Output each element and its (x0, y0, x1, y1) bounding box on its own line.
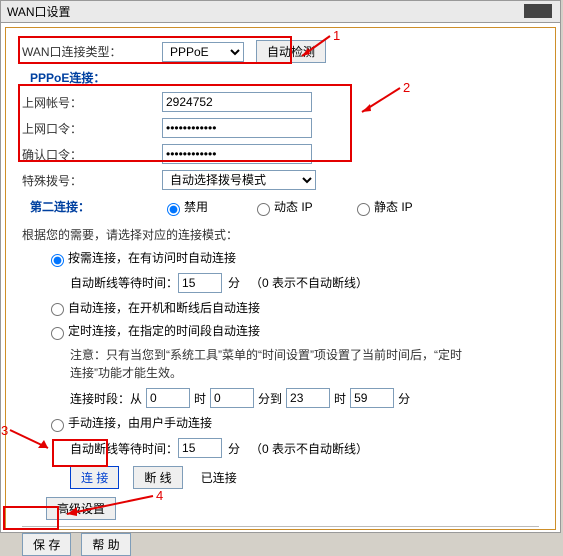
save-row: 保 存 帮 助 (22, 533, 539, 556)
window-title: WAN口设置 (7, 5, 71, 19)
radio-static-label[interactable]: 静态 IP (352, 198, 413, 216)
radio-scheduled[interactable] (51, 327, 64, 340)
manual-wait-row: 自动断线等待时间： 分 （0 表示不自动断线） (22, 438, 539, 458)
mode-desc: 根据您的需要，请选择对应的连接模式： (22, 226, 539, 243)
to-min-input[interactable] (350, 388, 394, 408)
radio-ondemand-label[interactable]: 按需连接，在有访问时自动连接 (46, 249, 236, 267)
radio-disable[interactable] (167, 203, 180, 216)
red-num-3: 3 (1, 423, 8, 438)
time-label: 连接时段：从 (70, 390, 142, 407)
mode-auto-row: 自动连接，在开机和断线后自动连接 (22, 299, 539, 317)
ondemand-wait-input[interactable] (178, 273, 222, 293)
special-row: 特殊拨号： 自动选择拨号模式 (22, 170, 539, 190)
mode-scheduled-row: 定时连接，在指定的时间段自动连接 (22, 322, 539, 340)
from-min-input[interactable] (210, 388, 254, 408)
password-row: 上网口令： (22, 118, 539, 138)
password-input[interactable] (162, 118, 312, 138)
password-label: 上网口令： (22, 120, 162, 137)
radio-scheduled-label[interactable]: 定时连接，在指定的时间段自动连接 (46, 322, 260, 340)
radio-manual-label[interactable]: 手动连接，由用户手动连接 (46, 414, 212, 432)
radio-ondemand[interactable] (51, 254, 64, 267)
connect-row: 连 接 断 线 已连接 (22, 466, 539, 489)
ondemand-wait-label: 自动断线等待时间： (70, 274, 178, 291)
confirm-input[interactable] (162, 144, 312, 164)
special-label: 特殊拨号： (22, 172, 162, 189)
wan-type-select[interactable]: PPPoE (162, 42, 244, 62)
disconnect-button[interactable]: 断 线 (133, 466, 182, 489)
manual-wait-label: 自动断线等待时间： (70, 440, 178, 457)
separator (22, 526, 539, 527)
h1: 时 (194, 390, 206, 407)
confirm-row: 确认口令： (22, 144, 539, 164)
pppoe-section-title: PPPoE连接： (30, 69, 539, 86)
mode-ondemand-row: 按需连接，在有访问时自动连接 (22, 249, 539, 267)
radio-auto-label[interactable]: 自动连接，在开机和断线后自动连接 (46, 299, 260, 317)
wan-type-label: WAN口连接类型： (22, 43, 162, 60)
zero-hint-2: （0 表示不自动断线） (250, 440, 368, 457)
account-label: 上网帐号： (22, 94, 162, 111)
radio-disable-label[interactable]: 禁用 (162, 198, 252, 216)
minutes-1: 分 (228, 274, 240, 291)
m2: 分 (398, 390, 410, 407)
account-input[interactable] (162, 92, 312, 112)
radio-dynamic-label[interactable]: 动态 IP (252, 198, 352, 216)
autodetect-button[interactable]: 自动检测 (256, 40, 326, 63)
from-hour-input[interactable] (146, 388, 190, 408)
radio-auto[interactable] (51, 303, 64, 316)
minimize-icon[interactable] (524, 4, 552, 18)
mode-manual-row: 手动连接，由用户手动连接 (22, 414, 539, 432)
radio-dynamic[interactable] (257, 203, 270, 216)
second-conn-label: 第二连接： (22, 198, 162, 215)
scheduled-note: 注意：只有当您到“系统工具”菜单的“时间设置”项设置了当前时间后，“定时连接”功… (22, 346, 462, 382)
content-frame: WAN口连接类型： PPPoE 自动检测 PPPoE连接： 上网帐号： 上网口令… (5, 27, 556, 530)
titlebar: WAN口设置 (1, 1, 560, 23)
advanced-button[interactable]: 高级设置 (46, 497, 116, 520)
radio-static[interactable] (357, 203, 370, 216)
manual-wait-input[interactable] (178, 438, 222, 458)
conn-status: 已连接 (201, 469, 237, 486)
confirm-label: 确认口令： (22, 146, 162, 163)
account-row: 上网帐号： (22, 92, 539, 112)
zero-hint-1: （0 表示不自动断线） (250, 274, 368, 291)
advanced-row: 高级设置 (22, 497, 539, 520)
time-row: 连接时段：从 时 分到 时 分 (22, 388, 539, 408)
m1: 分到 (258, 390, 282, 407)
save-button[interactable]: 保 存 (22, 533, 71, 556)
wan-type-row: WAN口连接类型： PPPoE 自动检测 (22, 40, 539, 63)
ondemand-wait-row: 自动断线等待时间： 分 （0 表示不自动断线） (22, 273, 539, 293)
special-select[interactable]: 自动选择拨号模式 (162, 170, 316, 190)
h2: 时 (334, 390, 346, 407)
to-hour-input[interactable] (286, 388, 330, 408)
wan-settings-window: WAN口设置 WAN口连接类型： PPPoE 自动检测 PPPoE连接： 上网帐… (0, 0, 561, 533)
connect-button[interactable]: 连 接 (70, 466, 119, 489)
minutes-2: 分 (228, 440, 240, 457)
help-button[interactable]: 帮 助 (81, 533, 130, 556)
second-conn-row: 第二连接： 禁用 动态 IP 静态 IP (22, 198, 539, 216)
radio-manual[interactable] (51, 419, 64, 432)
